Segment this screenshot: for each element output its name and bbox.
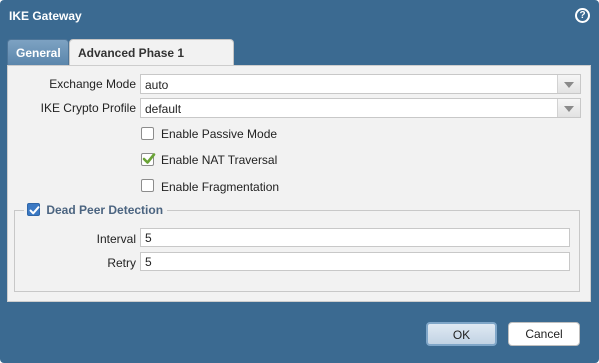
- retry-value: 5: [145, 255, 152, 269]
- tab-content-panel: Exchange Mode auto IKE Crypto Profile de…: [7, 65, 591, 302]
- crypto-profile-select[interactable]: default: [140, 98, 581, 118]
- exchange-mode-value: auto: [145, 78, 169, 92]
- nat-traversal-label: Enable NAT Traversal: [161, 153, 278, 167]
- exchange-mode-select[interactable]: auto: [140, 74, 581, 94]
- passive-mode-label: Enable Passive Mode: [161, 127, 278, 141]
- title-bar: IKE Gateway ?: [0, 0, 599, 34]
- interval-label: Interval: [96, 232, 136, 246]
- retry-input[interactable]: 5: [140, 252, 570, 271]
- help-icon[interactable]: ?: [575, 8, 590, 23]
- tab-advanced-phase1-options[interactable]: Advanced Phase 1 Options: [69, 39, 234, 86]
- cancel-button[interactable]: Cancel: [508, 322, 580, 346]
- exchange-mode-label: Exchange Mode: [49, 77, 136, 91]
- checkmark-icon: [142, 153, 156, 164]
- chevron-down-icon: [564, 82, 574, 88]
- exchange-mode-dropdown-button[interactable]: [557, 75, 580, 93]
- dead-peer-detection-checkbox[interactable]: [27, 203, 40, 217]
- crypto-profile-dropdown-button[interactable]: [557, 99, 580, 117]
- chevron-down-icon: [564, 106, 574, 112]
- interval-input[interactable]: 5: [140, 228, 570, 247]
- nat-traversal-checkbox[interactable]: [141, 153, 156, 166]
- passive-mode-checkbox[interactable]: [141, 127, 154, 140]
- dead-peer-detection-label: Dead Peer Detection: [46, 202, 164, 217]
- interval-value: 5: [145, 231, 152, 245]
- ike-gateway-dialog: IKE Gateway ? General Advanced Phase 1 O…: [0, 0, 599, 363]
- fragmentation-checkbox[interactable]: [141, 179, 154, 192]
- dead-peer-detection-group: [14, 210, 580, 292]
- fragmentation-label: Enable Fragmentation: [161, 180, 280, 194]
- dialog-title: IKE Gateway: [9, 9, 82, 23]
- crypto-profile-label: IKE Crypto Profile: [40, 101, 136, 115]
- retry-label: Retry: [107, 256, 136, 270]
- dead-peer-detection-legend: Dead Peer Detection: [24, 202, 168, 218]
- ok-button[interactable]: OK: [426, 322, 497, 346]
- checkmark-icon: [29, 206, 40, 215]
- tab-general[interactable]: General: [7, 39, 69, 65]
- crypto-profile-value: default: [145, 102, 182, 116]
